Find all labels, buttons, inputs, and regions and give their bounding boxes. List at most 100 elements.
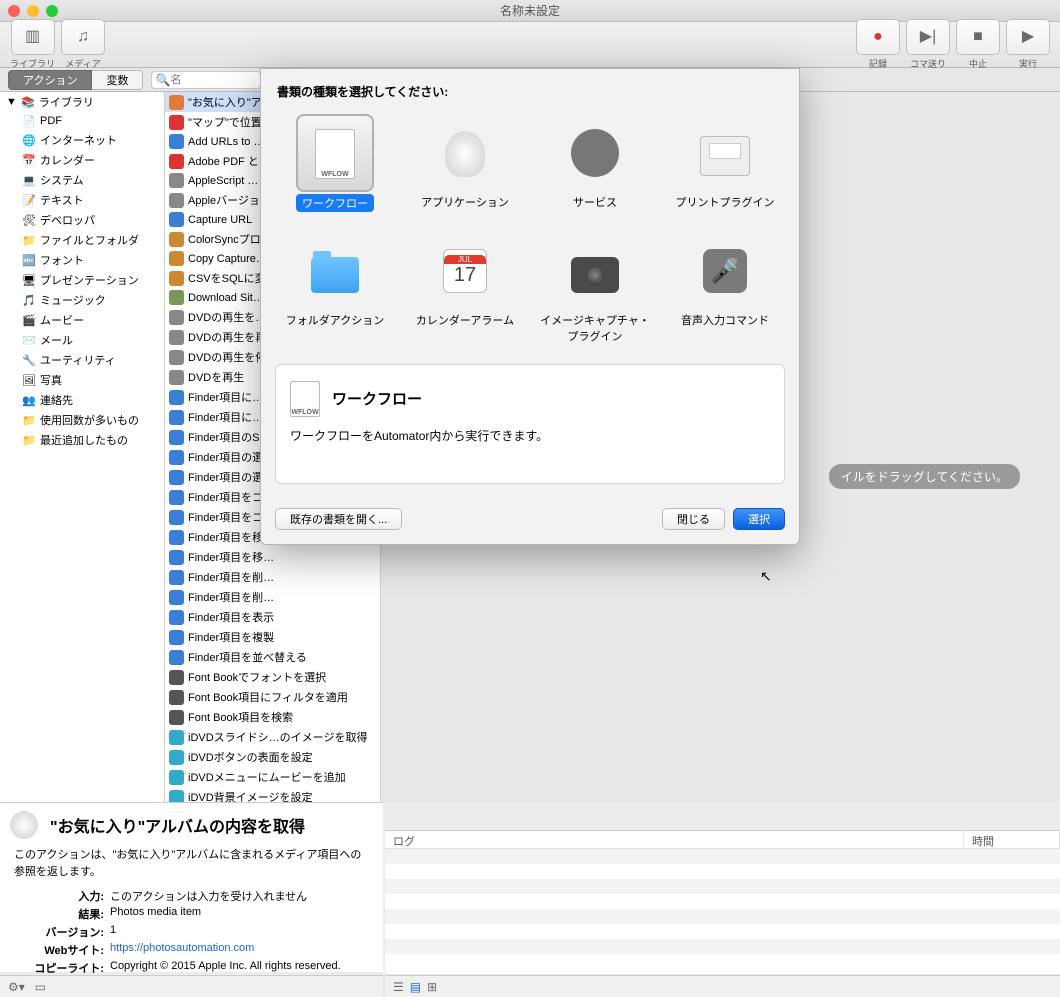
gear-folder-icon: 📁 <box>22 413 36 427</box>
action-icon <box>169 410 184 425</box>
minimize-window-button[interactable] <box>27 5 39 17</box>
stop-button[interactable]: ■ <box>956 19 1000 55</box>
action-icon <box>169 530 184 545</box>
smart-recent[interactable]: 📁最近追加したもの <box>0 430 164 450</box>
action-item[interactable]: Finder項目を削… <box>165 567 380 587</box>
category-icon: 👥 <box>22 393 36 407</box>
action-icon <box>169 770 184 785</box>
close-window-button[interactable] <box>8 5 20 17</box>
view-list-icon[interactable]: ☰ <box>393 980 404 994</box>
library-category[interactable]: ✉️メール <box>0 330 164 350</box>
action-item[interactable]: iDVD背景イメージを設定 <box>165 787 380 802</box>
close-button[interactable]: 閉じる <box>662 508 725 530</box>
action-icon <box>169 193 184 208</box>
library-category[interactable]: 🌐インターネット <box>0 130 164 150</box>
view-icons-icon[interactable]: ⊞ <box>427 980 437 994</box>
action-item[interactable]: iDVDメニューにムービーを追加 <box>165 767 380 787</box>
action-item[interactable]: Finder項目を削… <box>165 587 380 607</box>
type-calendar-alarm[interactable]: JUL17 カレンダーアラーム <box>405 228 525 350</box>
library-category[interactable]: 📅カレンダー <box>0 150 164 170</box>
library-category[interactable]: 🎬ムービー <box>0 310 164 330</box>
action-icon <box>169 650 184 665</box>
action-item[interactable]: Font Bookでフォントを選択 <box>165 667 380 687</box>
view-tree-icon[interactable]: ▤ <box>410 980 421 994</box>
action-icon <box>169 750 184 765</box>
microphone-icon: 🎤 <box>703 249 747 293</box>
type-workflow[interactable]: WFLOW ワークフロー <box>275 110 395 218</box>
type-service[interactable]: サービス <box>535 110 655 218</box>
library-category[interactable]: 📁ファイルとフォルダ <box>0 230 164 250</box>
type-image-capture-plugin[interactable]: イメージキャプチャ・プラグイン <box>535 228 655 350</box>
action-icon <box>169 350 184 365</box>
detail-body: ワークフローをAutomator内から実行できます。 <box>290 427 770 444</box>
action-icon <box>169 450 184 465</box>
action-icon <box>169 550 184 565</box>
action-icon <box>169 271 184 286</box>
action-icon <box>169 390 184 405</box>
library-category[interactable]: 👥連絡先 <box>0 390 164 410</box>
action-icon <box>169 510 184 525</box>
library-category[interactable]: 🔧ユーティリティ <box>0 350 164 370</box>
action-item[interactable]: Finder項目を複製 <box>165 627 380 647</box>
library-category[interactable]: 🖼写真 <box>0 370 164 390</box>
drop-hint: イルをドラッグしてください。 <box>829 464 1020 489</box>
library-icon: 📚 <box>21 95 35 109</box>
action-item[interactable]: Finder項目を表示 <box>165 607 380 627</box>
type-dictation-command[interactable]: 🎤 音声入力コマンド <box>665 228 785 350</box>
type-print-plugin[interactable]: プリントプラグイン <box>665 110 785 218</box>
library-category[interactable]: 📝テキスト <box>0 190 164 210</box>
open-existing-button[interactable]: 既存の書類を開く... <box>275 508 402 530</box>
library-sidebar[interactable]: ▼📚ライブラリ 📄PDF🌐インターネット📅カレンダー💻システム📝テキスト🛠デベロ… <box>0 92 165 802</box>
action-icon <box>169 610 184 625</box>
library-category[interactable]: 📄PDF <box>0 112 164 130</box>
library-category[interactable]: 🔤フォント <box>0 250 164 270</box>
library-button[interactable]: ▥ <box>11 19 55 55</box>
website-link[interactable]: https://photosautomation.com <box>110 942 254 954</box>
tab-variables[interactable]: 変数 <box>92 70 143 90</box>
run-button[interactable]: ▶ <box>1006 19 1050 55</box>
type-detail: WFLOW ワークフロー ワークフローをAutomator内から実行できます。 <box>275 364 785 484</box>
action-item[interactable]: Finder項目を移… <box>165 547 380 567</box>
zoom-window-button[interactable] <box>46 5 58 17</box>
action-icon <box>169 173 184 188</box>
panel-toggle-icon[interactable]: ▭ <box>35 980 46 994</box>
statusbar-right: ☰ ▤ ⊞ <box>385 975 1060 997</box>
choose-button[interactable]: 選択 <box>733 508 785 530</box>
disclosure-icon: ▼ <box>6 96 17 108</box>
time-col-header[interactable]: 時間 <box>964 831 1060 848</box>
action-item[interactable]: iDVDボタンの表面を設定 <box>165 747 380 767</box>
library-root[interactable]: ▼📚ライブラリ <box>0 92 164 112</box>
gear-icon[interactable]: ⚙︎▾ <box>8 980 25 994</box>
library-category[interactable]: 💻システム <box>0 170 164 190</box>
toolbar: ▥ ライブラリ ♫ メディア ●記録 ▶|コマ送り ■中止 ▶実行 <box>0 22 1060 68</box>
action-icon <box>169 251 184 266</box>
workflow-icon: WFLOW <box>290 381 320 417</box>
type-folder-action[interactable]: フォルダアクション <box>275 228 395 350</box>
library-category[interactable]: 🛠デベロッパ <box>0 210 164 230</box>
step-button[interactable]: ▶| <box>906 19 950 55</box>
printer-icon <box>700 136 750 176</box>
category-icon: 🛠 <box>22 213 36 227</box>
type-application[interactable]: アプリケーション <box>405 110 525 218</box>
action-item[interactable]: Font Book項目にフィルタを適用 <box>165 687 380 707</box>
action-icon <box>169 570 184 585</box>
action-icon <box>169 232 184 247</box>
tab-actions[interactable]: アクション <box>8 70 92 90</box>
action-item[interactable]: Finder項目を並べ替える <box>165 647 380 667</box>
category-icon: 📝 <box>22 193 36 207</box>
stop-icon: ■ <box>973 29 983 45</box>
smart-most-used[interactable]: 📁使用回数が多いもの <box>0 410 164 430</box>
action-icon <box>169 490 184 505</box>
document-type-sheet: 書類の種類を選択してください: WFLOW ワークフロー アプリケーション サー… <box>260 68 800 545</box>
library-category[interactable]: 🎵ミュージック <box>0 290 164 310</box>
media-button[interactable]: ♫ <box>61 19 105 55</box>
record-icon: ● <box>873 29 883 45</box>
action-item[interactable]: iDVDスライドシ…のイメージを取得 <box>165 727 380 747</box>
action-item[interactable]: Font Book項目を検索 <box>165 707 380 727</box>
library-category[interactable]: 🖥プレゼンテーション <box>0 270 164 290</box>
action-icon <box>169 790 184 803</box>
record-button[interactable]: ● <box>856 19 900 55</box>
action-icon <box>169 430 184 445</box>
log-col-header[interactable]: ログ <box>385 831 964 848</box>
action-icon <box>169 670 184 685</box>
